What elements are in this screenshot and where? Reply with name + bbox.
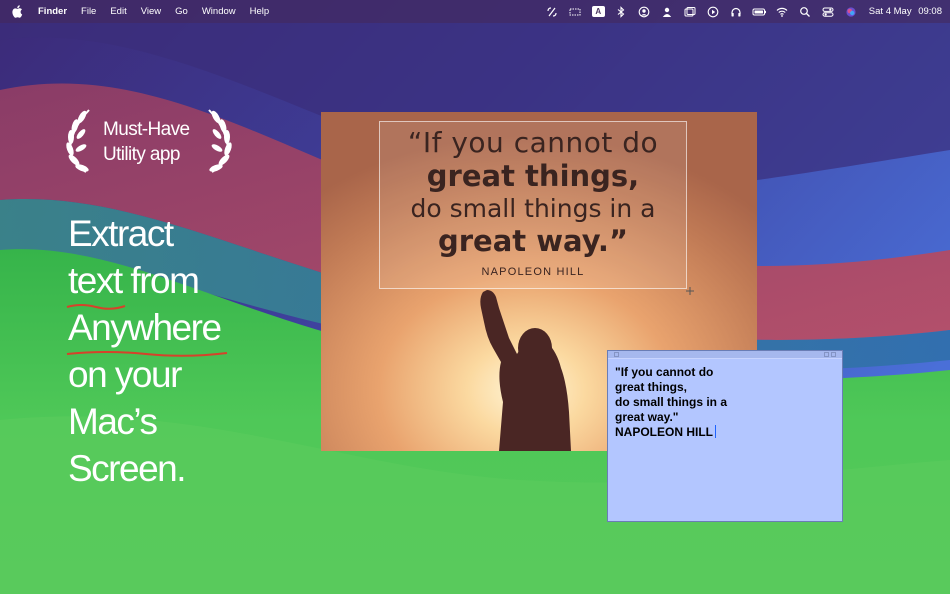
headline-line-5: Mac’s (68, 398, 221, 445)
headline-word-screen: Screen. (68, 448, 187, 489)
crosshair-cursor-icon (686, 287, 694, 295)
extracted-text-area[interactable]: "If you cannot do great things, do small… (615, 365, 842, 440)
quote-line-2: great things, (426, 159, 640, 193)
headline-word-from: from (130, 260, 200, 301)
award-line-2: Utility app (103, 144, 180, 165)
menu-window[interactable]: Window (195, 0, 243, 23)
window-minimize-button[interactable] (824, 352, 829, 357)
headline-word-text-label: text (68, 260, 123, 301)
menu-edit[interactable]: Edit (103, 0, 133, 23)
headline-word-extract: Extract (68, 213, 174, 254)
bluetooth-icon[interactable] (610, 0, 633, 23)
award-line-1: Must-Have (103, 119, 190, 140)
quote-line-4: great way.” (437, 224, 629, 258)
quote-line-3: do small things in a (410, 194, 656, 223)
text-extract-icon[interactable] (541, 0, 564, 23)
apple-menu-icon[interactable] (0, 5, 31, 18)
headline-line-2: text from (66, 257, 221, 310)
headline-word-anywhere: Anywhere (66, 304, 228, 357)
headline-word-anywhere-label: Anywhere (68, 307, 222, 348)
account-icon[interactable] (633, 0, 656, 23)
window-title-bar[interactable] (608, 351, 842, 359)
window-close-button[interactable] (614, 352, 619, 357)
laurel-right-icon (208, 109, 232, 173)
menubar-clock[interactable]: Sat 4 May 09:08 (863, 6, 950, 17)
quote-line-1: “If you cannot do (407, 126, 659, 159)
quote-author: NAPOLEON HILL (481, 266, 585, 278)
clock-date: Sat 4 May (868, 6, 912, 17)
menu-app-name[interactable]: Finder (31, 0, 74, 23)
headline-line-4: on your (68, 351, 221, 398)
window-zoom-button[interactable] (831, 352, 836, 357)
window-icon[interactable] (679, 0, 702, 23)
headline-word-text: text (66, 257, 126, 310)
headphones-icon[interactable] (725, 0, 748, 23)
menu-go[interactable]: Go (168, 0, 195, 23)
screen-mirror-icon[interactable] (564, 0, 587, 23)
headline-line-3: Anywhere (66, 304, 228, 357)
menu-bar: Finder File Edit View Go Window Help A S… (0, 0, 950, 23)
ocr-selection-box[interactable]: “If you cannot do great things, do small… (379, 121, 687, 289)
wifi-icon[interactable] (771, 0, 794, 23)
headline-word-on-your: on your (68, 354, 182, 395)
extracted-text-content: "If you cannot do great things, do small… (615, 365, 728, 439)
menu-file[interactable]: File (74, 0, 103, 23)
award-text: Must-Have Utility app (103, 117, 203, 167)
play-icon[interactable] (702, 0, 725, 23)
headline-line-6: Screen. (68, 445, 221, 492)
siri-icon[interactable] (840, 0, 863, 23)
text-caret (715, 425, 716, 438)
promo-headline: Extract text from Anywhere on your Mac’s… (66, 210, 228, 492)
menu-help[interactable]: Help (243, 0, 277, 23)
headline-line-1: Extract (68, 210, 221, 257)
control-center-icon[interactable] (817, 0, 840, 23)
battery-icon[interactable] (748, 0, 771, 23)
laurel-left-icon (66, 109, 90, 173)
keyboard-input-icon[interactable]: A (587, 0, 610, 23)
menu-view[interactable]: View (134, 0, 168, 23)
award-badge: Must-Have Utility app (62, 108, 240, 174)
extracted-text-window[interactable]: "If you cannot do great things, do small… (607, 350, 843, 522)
headline-word-macs: Mac’s (68, 401, 158, 442)
user-icon[interactable] (656, 0, 679, 23)
clock-time: 09:08 (918, 6, 942, 17)
spotlight-search-icon[interactable] (794, 0, 817, 23)
